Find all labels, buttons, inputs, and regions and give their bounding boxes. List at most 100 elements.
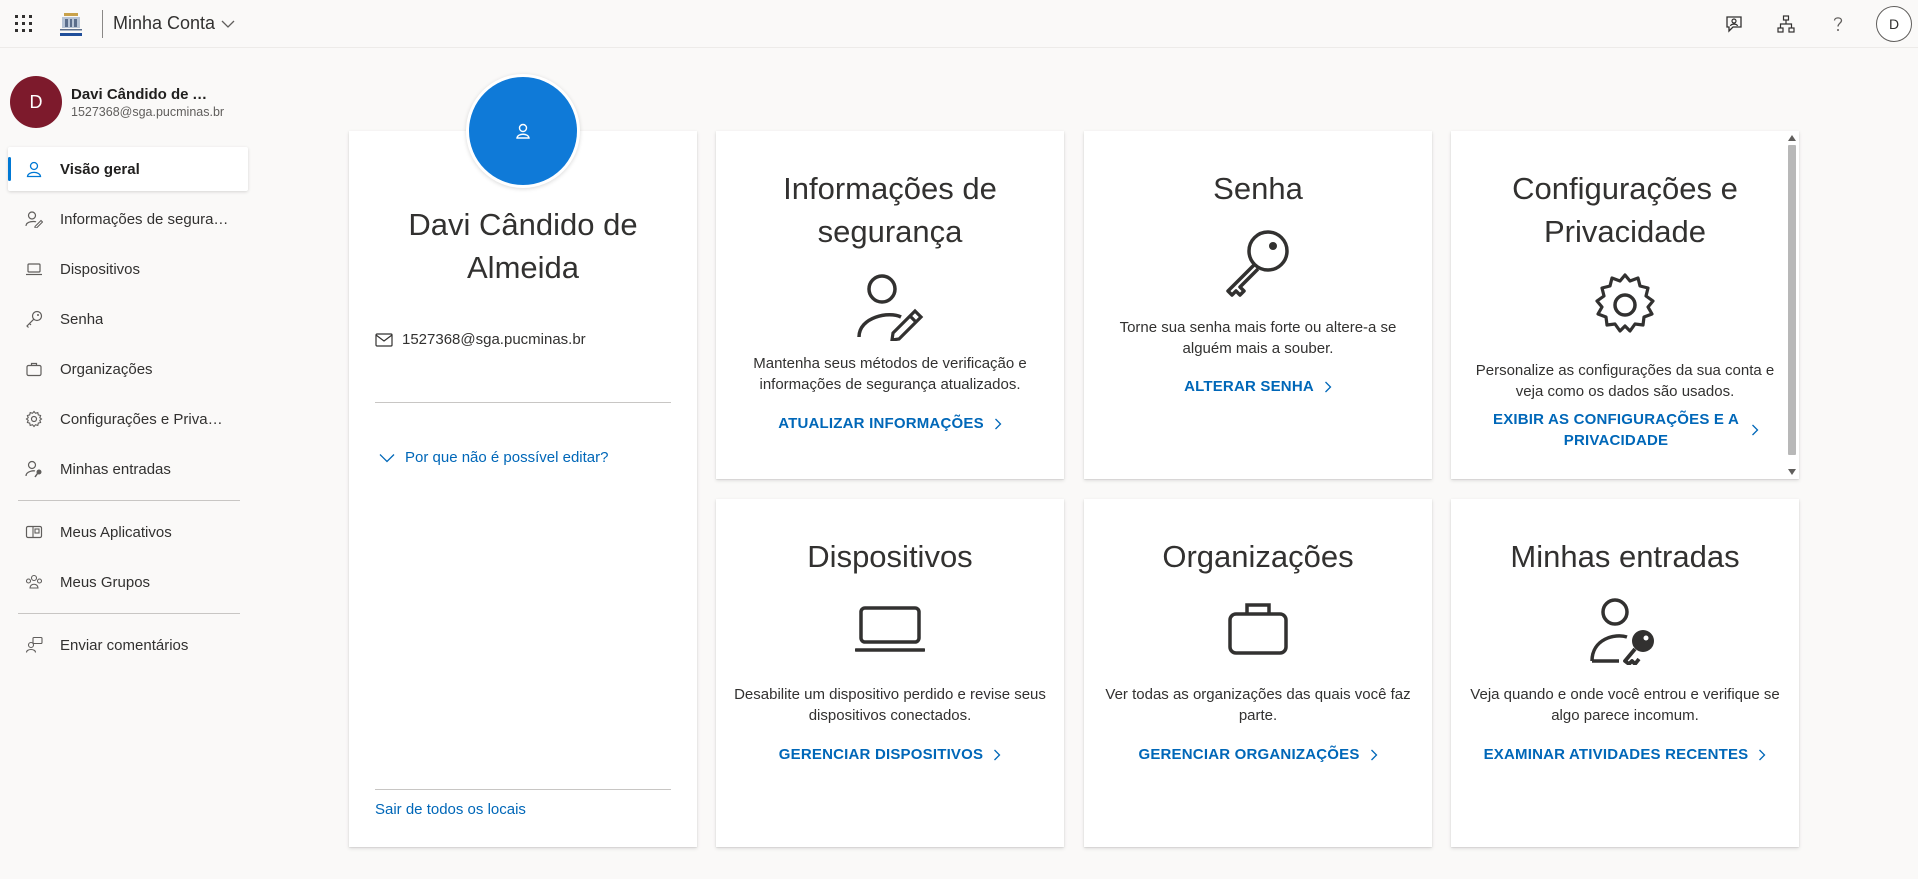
content-scrollbar[interactable] [1785,131,1797,479]
update-info-link[interactable]: ATUALIZAR INFORMAÇÕES [746,413,1034,434]
tile-description: Mantenha seus métodos de verificação e i… [753,355,1027,393]
sidebar-item-label: Enviar comentários [60,636,189,654]
groups-icon [25,574,43,589]
chevron-down-icon [221,20,235,28]
tile-description: Personalize as configurações da sua cont… [1475,362,1775,400]
gear-icon [1595,273,1655,333]
sidebar-item-my-apps[interactable]: Meus Aplicativos [8,507,248,557]
tile-description: Veja quando e onde você entrou e verifiq… [1470,686,1780,724]
chevron-right-icon [1324,381,1332,392]
sidebar-item-label: Dispositivos [60,260,141,278]
security-info-icon [857,274,924,341]
sidebar-item-password[interactable]: Senha [8,294,248,344]
profile-email: 1527368@sga.pucminas.br [402,331,586,348]
tile-my-sign-ins: Minhas entradas Veja quando e onde você … [1451,499,1799,847]
review-recent-activity-link[interactable]: EXAMINAR ATIVIDADES RECENTES [1481,744,1769,765]
chevron-right-icon [1752,424,1759,436]
sidebar-item-send-feedback[interactable]: Enviar comentários [8,620,248,670]
profile-avatar [466,74,580,188]
header-divider [102,9,103,38]
tile-description: Desabilite um dispositivo perdido e revi… [734,686,1046,724]
tile-organizations: Organizações Ver todas as organizações d… [1084,499,1432,847]
sidebar-item-label: Meus Aplicativos [60,523,172,541]
app-title-dropdown[interactable]: Minha Conta [113,13,235,34]
tile-link-label: GERENCIAR DISPOSITIVOS [778,746,984,763]
tile-link-label: ALTERAR SENHA [1184,378,1314,395]
sign-ins-icon [25,460,42,478]
why-cant-edit-toggle[interactable]: Por que não é possível editar? [379,449,608,466]
person-icon [516,123,530,139]
gear-icon [25,410,43,428]
tile-link-label: GERENCIAR ORGANIZAÇÕES [1138,746,1360,763]
sidebar-item-my-sign-ins[interactable]: Minhas entradas [8,444,248,494]
tile-title: Minhas entradas [1510,539,1740,574]
sidebar-item-label: Configurações e Privacidade [60,410,230,428]
briefcase-icon [26,362,42,377]
sidebar-item-security-info[interactable]: Informações de segurança [8,194,248,244]
mail-icon [375,332,393,347]
account-avatar-initial: D [1888,16,1900,32]
sidebar-item-settings-privacy[interactable]: Configurações e Privacidade [8,394,248,444]
sidebar-divider [18,500,240,501]
security-info-icon [25,211,43,228]
manage-devices-link[interactable]: GERENCIAR DISPOSITIVOS [746,744,1034,765]
account-avatar-button[interactable]: D [1876,6,1912,42]
laptop-icon [26,263,42,276]
user-name: Davi Cândido de Almeida [71,85,211,103]
tile-description: Torne sua senha mais forte ou altere-a s… [1119,319,1397,357]
chevron-right-icon [994,749,1001,760]
tile-link-label: EXIBIR AS CONFIGURAÇÕES E A PRIVACIDADE [1493,411,1739,449]
scroll-down-arrow-icon[interactable] [1788,469,1796,475]
change-password-link[interactable]: ALTERAR SENHA [1114,376,1402,397]
feedback-button[interactable] [1708,0,1760,48]
profile-divider [375,789,671,790]
profile-name: Davi Cândido de Almeida [408,207,638,285]
tile-settings-privacy: Configurações e Privacidade Personalize … [1451,131,1799,479]
help-icon [1833,17,1843,31]
sign-out-everywhere-link[interactable]: Sair de todos os locais [375,801,526,818]
organization-logo[interactable] [48,4,94,44]
person-icon [26,161,42,178]
sidebar-item-organizations[interactable]: Organizações [8,344,248,394]
tile-link-label: ATUALIZAR INFORMAÇÕES [778,415,984,432]
sidebar-item-label: Organizações [60,360,153,378]
org-explorer-button[interactable] [1760,0,1812,48]
scrollbar-thumb[interactable] [1788,145,1796,455]
user-avatar: D [10,76,62,128]
chevron-right-icon [994,418,1002,429]
sidebar-item-label: Meus Grupos [60,573,151,591]
manage-organizations-link[interactable]: GERENCIAR ORGANIZAÇÕES [1114,744,1402,765]
sidebar-item-overview[interactable]: Visão geral [8,147,248,191]
apps-icon [25,525,43,539]
tile-title: Organizações [1162,539,1354,574]
scroll-up-arrow-icon[interactable] [1788,135,1796,141]
send-feedback-icon [25,636,43,653]
pucminas-logo-icon [60,12,82,36]
org-chart-icon [1777,15,1795,33]
tile-title: Dispositivos [807,539,973,574]
help-button[interactable] [1812,0,1864,48]
feedback-icon [1726,16,1742,33]
app-launcher-button[interactable] [0,0,48,48]
app-title: Minha Conta [113,13,216,33]
sidebar-item-devices[interactable]: Dispositivos [8,244,248,294]
tile-password: Senha Torne sua senha mais forte ou alte… [1084,131,1432,479]
profile-card: Davi Cândido de Almeida 1527368@sga.pucm… [349,131,697,847]
chevron-down-icon [379,453,395,462]
top-header: Minha Conta D [0,0,1918,48]
profile-divider [375,402,671,403]
sidebar-divider [18,613,240,614]
view-settings-privacy-link[interactable]: EXIBIR AS CONFIGURAÇÕES E A PRIVACIDADE [1481,409,1769,451]
why-cant-edit-label: Por que não é possível editar? [405,449,609,466]
sidebar-item-label: Senha [60,310,104,328]
profile-email-row: 1527368@sga.pucminas.br [375,331,586,348]
tile-devices: Dispositivos Desabilite um dispositivo p… [716,499,1064,847]
key-icon [26,310,43,328]
user-email: 1527368@sga.pucminas.br [71,104,225,119]
sidebar-item-my-groups[interactable]: Meus Grupos [8,557,248,607]
tile-link-label: EXAMINAR ATIVIDADES RECENTES [1483,746,1749,763]
user-avatar-initial: D [29,91,43,112]
chevron-right-icon [1759,749,1766,760]
sidebar: D Davi Cândido de Almeida 1527368@sga.pu… [0,48,250,879]
tile-title: Informações de segurança [783,171,997,249]
